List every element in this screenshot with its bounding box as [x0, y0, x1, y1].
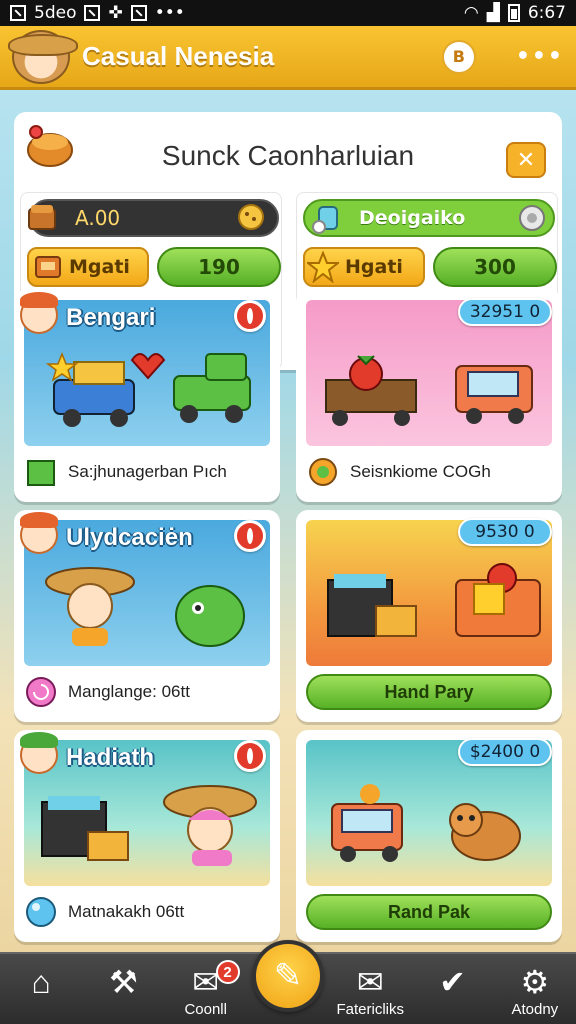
battery-icon	[507, 4, 520, 22]
basket-icon	[28, 205, 56, 230]
clock: 6:67	[527, 3, 566, 23]
nav-atodny[interactable]: ⚙ Atodny	[494, 954, 576, 1024]
main-content: Sunck Caonharluian ✕ A.00 Mgati 190 Deoi…	[0, 90, 576, 952]
alert-badge[interactable]	[234, 740, 266, 772]
nav-tools[interactable]: ⚒	[82, 954, 164, 1024]
nav-label: Coonll	[184, 1001, 227, 1018]
alert-badge[interactable]	[234, 300, 266, 332]
nav-home[interactable]: ⌂	[0, 954, 82, 1024]
game-card[interactable]: Ulydcaciėn Manglange: 06tt	[14, 510, 280, 722]
more-dots-icon: •••	[154, 3, 185, 23]
game-card[interactable]: $2400 0 Rand Pak	[296, 730, 562, 942]
signal-icon: ✜	[108, 3, 123, 23]
card-title: Bengari	[66, 304, 156, 331]
coin-button[interactable]: B	[441, 39, 476, 74]
nav-tasks[interactable]: ✔	[411, 954, 493, 1024]
status-bar: 5deo ✜ ••• ◠ ▟ 6:67	[0, 0, 576, 26]
home-icon: ⌂	[31, 964, 51, 1000]
price-tag[interactable]: 32951 0	[458, 298, 552, 326]
potion-icon	[312, 206, 338, 234]
more-options-button[interactable]: •••	[516, 44, 564, 69]
card-footer: Matnakakh 06tt	[24, 890, 270, 934]
app-title: Casual Nenesia	[82, 41, 275, 71]
alert-badge[interactable]	[234, 520, 266, 552]
price-tag[interactable]: $2400 0	[458, 738, 552, 766]
nav-label: Fatericliks	[336, 1001, 405, 1018]
card-footer-text: Manglange: 06tt	[68, 682, 190, 701]
notification-badge: 2	[215, 960, 240, 984]
hammer-icon: ✎	[273, 956, 303, 996]
wrench-icon: ⚒	[109, 964, 138, 1000]
character-avatar-icon	[20, 512, 58, 554]
crate-icon	[35, 256, 61, 278]
card-title: Ulydcaciėn	[66, 524, 193, 551]
avatar[interactable]	[8, 29, 78, 84]
card-footer-text: Matnakakh 06tt	[68, 902, 185, 921]
hand-pary-button[interactable]: Hand Pary	[306, 674, 552, 710]
character-avatar-icon	[20, 292, 58, 334]
nav-coonll[interactable]: ✉ 2 Coonll	[165, 954, 247, 1024]
water-bubble-icon	[26, 897, 56, 927]
card-footer-text: Seisnkiome COGh	[350, 462, 491, 481]
notification-icon	[84, 5, 101, 21]
hgati-value: 300	[433, 247, 557, 287]
cube-icon	[27, 460, 55, 486]
card-footer-text: Sa:jhunagerban Pıch	[68, 462, 227, 481]
mgati-value: 190	[157, 247, 281, 287]
gear-icon: ⚙	[520, 964, 550, 1000]
status-app-name: 5deo	[34, 3, 77, 23]
notification-icon	[130, 5, 147, 21]
game-card[interactable]: 32951 0 Seisnkiome COGh	[296, 290, 562, 502]
character-avatar-icon	[20, 732, 58, 774]
price-tag[interactable]: 9530 0	[458, 518, 552, 546]
card-footer: Seisnkiome COGh	[306, 450, 552, 494]
game-card[interactable]: Hadiath Matnakakh 06tt	[14, 730, 280, 942]
flower-icon[interactable]	[517, 203, 547, 233]
nav-fatericliks[interactable]: ✉ Fatericliks	[329, 954, 411, 1024]
candy-swirl-icon	[26, 677, 56, 707]
card-footer: Sa:jhunagerban Pıch	[24, 450, 270, 494]
mail-icon: ✉	[356, 964, 384, 1000]
checkmark-icon: ✔	[439, 964, 466, 1000]
nav-label: Atodny	[511, 1001, 559, 1018]
notification-icon	[10, 5, 26, 21]
sun-flower-icon	[309, 458, 337, 486]
card-title: Hadiath	[66, 744, 155, 771]
app-header: Casual Nenesia B •••	[0, 26, 576, 90]
panel-title: Sunck Caonharluian	[161, 140, 415, 171]
wifi-icon: ◠	[463, 3, 479, 23]
rand-pak-button[interactable]: Rand Pak	[306, 894, 552, 930]
game-card[interactable]: Bengari Sa:jhunagerban Pıch	[14, 290, 280, 502]
center-action-button[interactable]: ✎	[252, 940, 324, 1012]
game-card[interactable]: 9530 0 Hand Pary	[296, 510, 562, 722]
card-footer: Manglange: 06tt	[24, 670, 270, 714]
close-button[interactable]: ✕	[506, 142, 546, 178]
star-icon	[307, 251, 339, 283]
cookie-icon[interactable]	[237, 203, 265, 231]
cell-signal-icon: ▟	[486, 3, 500, 23]
